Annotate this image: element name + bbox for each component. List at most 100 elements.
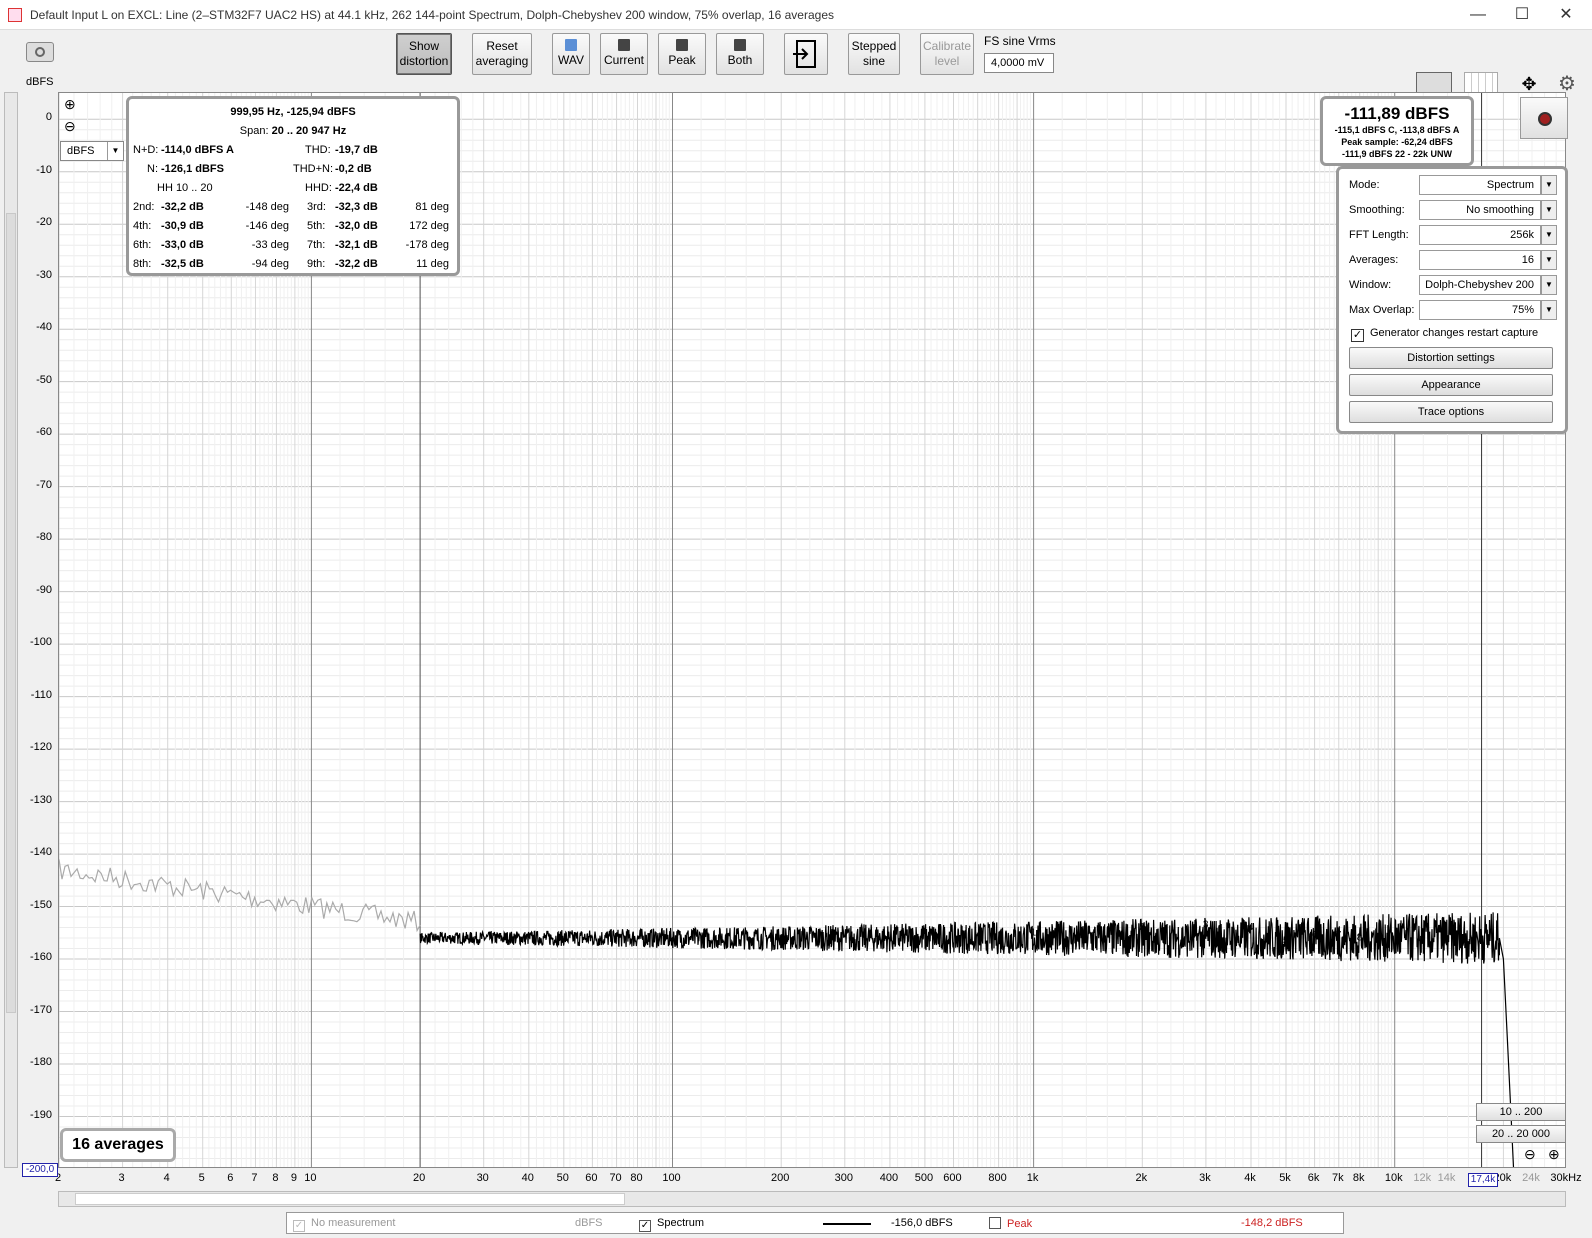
chevron-down-icon[interactable]: ▼ [1541, 200, 1557, 220]
chevron-down-icon[interactable]: ▼ [1541, 275, 1557, 295]
harmonic-marker: 8 [1357, 933, 1363, 944]
nd-label: N+D: [133, 144, 159, 156]
mode-label: Mode: [1349, 179, 1380, 191]
stepped-sine-button[interactable]: Stepped sine [848, 33, 900, 75]
close-button[interactable]: ✕ [1546, 4, 1586, 26]
harmonic-value: -30,9 dB [161, 220, 204, 232]
x-tick-label: 4k [1244, 1172, 1256, 1184]
chevron-down-icon[interactable]: ▼ [1541, 250, 1557, 270]
level-line1: -115,1 dBFS C, -113,8 dBFS A [1334, 125, 1460, 135]
nd-value: -114,0 dBFS A [161, 144, 234, 156]
calibrate-line1: Calibrate [922, 39, 972, 53]
x-tick-label: 6k [1307, 1172, 1320, 1184]
y-tick-label: -30 [36, 268, 52, 281]
thd-value: -19,7 dB [335, 144, 378, 156]
y-tick-label: -70 [36, 478, 52, 491]
appearance-button[interactable]: Appearance [1349, 374, 1553, 396]
harmonic-phase: 81 deg [415, 201, 449, 213]
peak-item[interactable]: Peak [989, 1217, 1032, 1230]
fs-sine-input[interactable]: 4,0000 mV [984, 53, 1054, 73]
harmonic-value: -32,5 dB [161, 258, 204, 270]
level-readout: -111,89 dBFS -115,1 dBFS C, -113,8 dBFS … [1320, 96, 1474, 166]
show-distortion-line1: Show [408, 39, 440, 53]
harmonic-phase: 172 deg [409, 220, 449, 232]
averages-label: Averages: [1349, 254, 1399, 266]
spectrum-value: -156,0 dBFS [891, 1217, 953, 1229]
span-value: 20 .. 20 947 Hz [271, 125, 347, 137]
x-tick-label: 30 [476, 1172, 489, 1184]
harmonic-label: 2nd: [133, 201, 155, 213]
stepped-sine-line2: sine [862, 54, 885, 68]
x-tick-label: 60 [585, 1172, 598, 1184]
averages-select[interactable]: 16 [1419, 250, 1541, 270]
peak-label: Peak [668, 53, 696, 67]
horizontal-scrollbar-thumb[interactable] [75, 1193, 625, 1205]
unit-select-value: dBFS [67, 145, 95, 157]
calibrate-level-button[interactable]: Calibrate level [920, 33, 974, 75]
chevron-down-icon[interactable]: ▼ [1541, 175, 1557, 195]
chevron-down-icon: ▼ [107, 142, 123, 160]
restart-capture-checkbox[interactable]: ✓ Generator changes restart capture [1351, 327, 1538, 342]
x-tick-label: 3k [1199, 1172, 1211, 1184]
fft-select[interactable]: 256k [1419, 225, 1541, 245]
y-tick-label: -90 [36, 583, 52, 596]
x-tick-label: 1k [1026, 1172, 1039, 1184]
fft-row: FFT Length: 256k ▼ [1349, 225, 1559, 245]
save-icon [734, 39, 746, 51]
smoothing-row: Smoothing: No smoothing ▼ [1349, 200, 1559, 220]
check-icon: ✓ [293, 1220, 305, 1232]
camera-icon[interactable] [26, 42, 54, 62]
zoom-in-icon[interactable]: ⊕ [1548, 1146, 1560, 1163]
calibrate-line2: level [934, 54, 960, 68]
y-tick-label: -170 [29, 1003, 52, 1016]
record-button[interactable] [1520, 97, 1568, 139]
wav-button[interactable]: WAV [552, 33, 590, 75]
chevron-down-icon[interactable]: ▼ [1541, 300, 1557, 320]
smoothing-select[interactable]: No smoothing [1419, 200, 1541, 220]
export-button[interactable] [784, 33, 828, 75]
spectrum-item[interactable]: ✓ Spectrum [639, 1217, 704, 1232]
harmonic-value: -32,3 dB [335, 201, 378, 213]
horizontal-scrollbar[interactable] [58, 1191, 1566, 1207]
peak-label: Peak [1007, 1218, 1033, 1230]
zoom-out-icon[interactable]: ⊖ [64, 118, 76, 135]
window-select[interactable]: Dolph-Chebyshev 200 [1419, 275, 1541, 295]
harmonic-marker: 6 [1312, 930, 1318, 941]
maximize-button[interactable]: ☐ [1502, 4, 1542, 26]
record-icon [1538, 112, 1552, 126]
harmonic-label: 6th: [133, 239, 152, 251]
save-peak-button[interactable]: Peak [658, 33, 706, 75]
show-distortion-button[interactable]: Show distortion [396, 33, 452, 75]
harmonic-label: 4th: [133, 220, 152, 232]
cursor-frequency: 17,4k [1468, 1173, 1498, 1187]
mode-select[interactable]: Spectrum [1419, 175, 1541, 195]
save-both-button[interactable]: Both [716, 33, 764, 75]
harmonic-label: 7th: [307, 239, 326, 251]
unit-select[interactable]: dBFS ▼ [60, 141, 124, 161]
range-button-10-200[interactable]: 10 .. 200 [1476, 1103, 1566, 1121]
overlap-select[interactable]: 75% [1419, 300, 1541, 320]
y-min-field[interactable]: -200,0 [22, 1163, 58, 1177]
save-current-button[interactable]: Current [600, 33, 648, 75]
zoom-in-icon[interactable]: ⊕ [64, 96, 76, 113]
zoom-out-icon[interactable]: ⊖ [1524, 1146, 1536, 1163]
chevron-down-icon[interactable]: ▼ [1541, 225, 1557, 245]
save-icon [676, 39, 688, 51]
x-tick-label: 800 [988, 1172, 1007, 1184]
title-bar: Default Input L on EXCL: Line (2–STM32F7… [0, 0, 1592, 30]
no-measurement-item[interactable]: ✓ No measurement [293, 1217, 395, 1232]
level-line3: -111,9 dBFS 22 - 22k UNW [1341, 149, 1453, 159]
vertical-scrollbar-thumb[interactable] [6, 213, 16, 1013]
x-tick-label: 50 [556, 1172, 569, 1184]
reset-averaging-button[interactable]: Reset averaging [472, 33, 532, 75]
x-tick-label: 5 [198, 1172, 205, 1184]
x-tick-label: 9 [290, 1172, 297, 1184]
n-value: -126,1 dBFS [161, 163, 224, 175]
x-tick-label: 7 [251, 1172, 258, 1184]
trace-options-button[interactable]: Trace options [1349, 401, 1553, 423]
vertical-scrollbar[interactable] [4, 92, 18, 1168]
distortion-settings-button[interactable]: Distortion settings [1349, 347, 1553, 369]
x-tick-label: 12k [1413, 1172, 1432, 1184]
minimize-button[interactable]: — [1458, 4, 1498, 26]
range-button-20-20000[interactable]: 20 .. 20 000 [1476, 1125, 1566, 1143]
